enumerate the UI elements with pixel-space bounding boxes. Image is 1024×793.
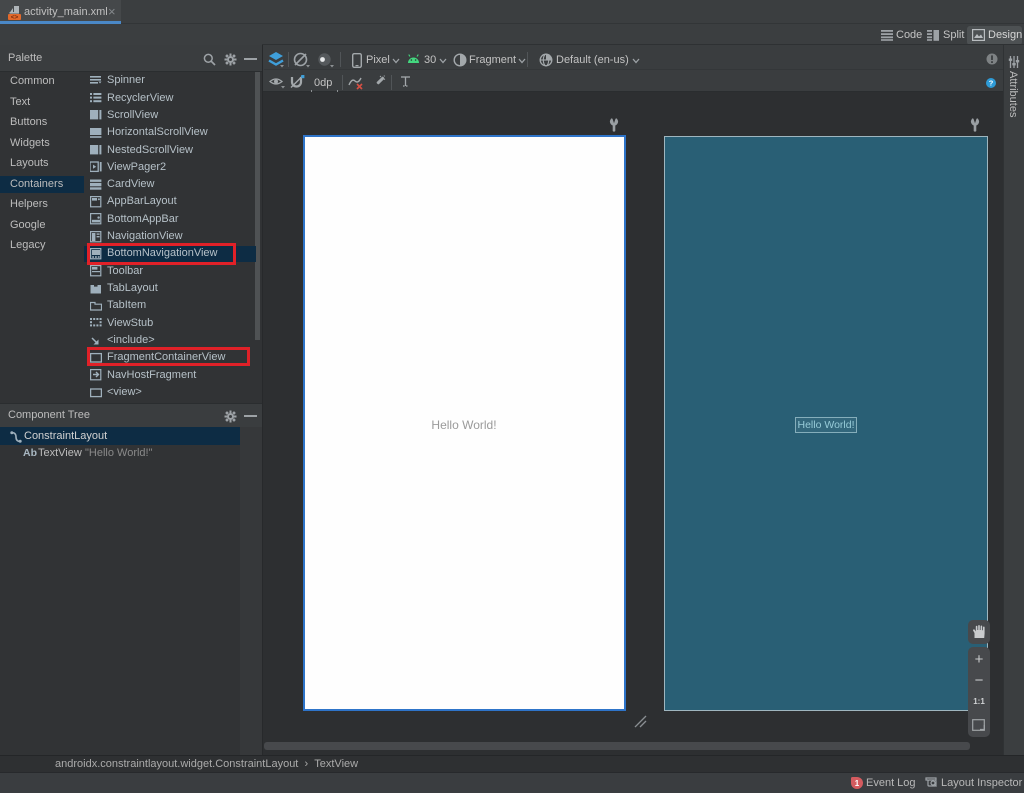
svg-text:?: ? [989,79,994,88]
svg-text:<>: <> [11,14,19,20]
svg-text:1: 1 [855,779,860,788]
